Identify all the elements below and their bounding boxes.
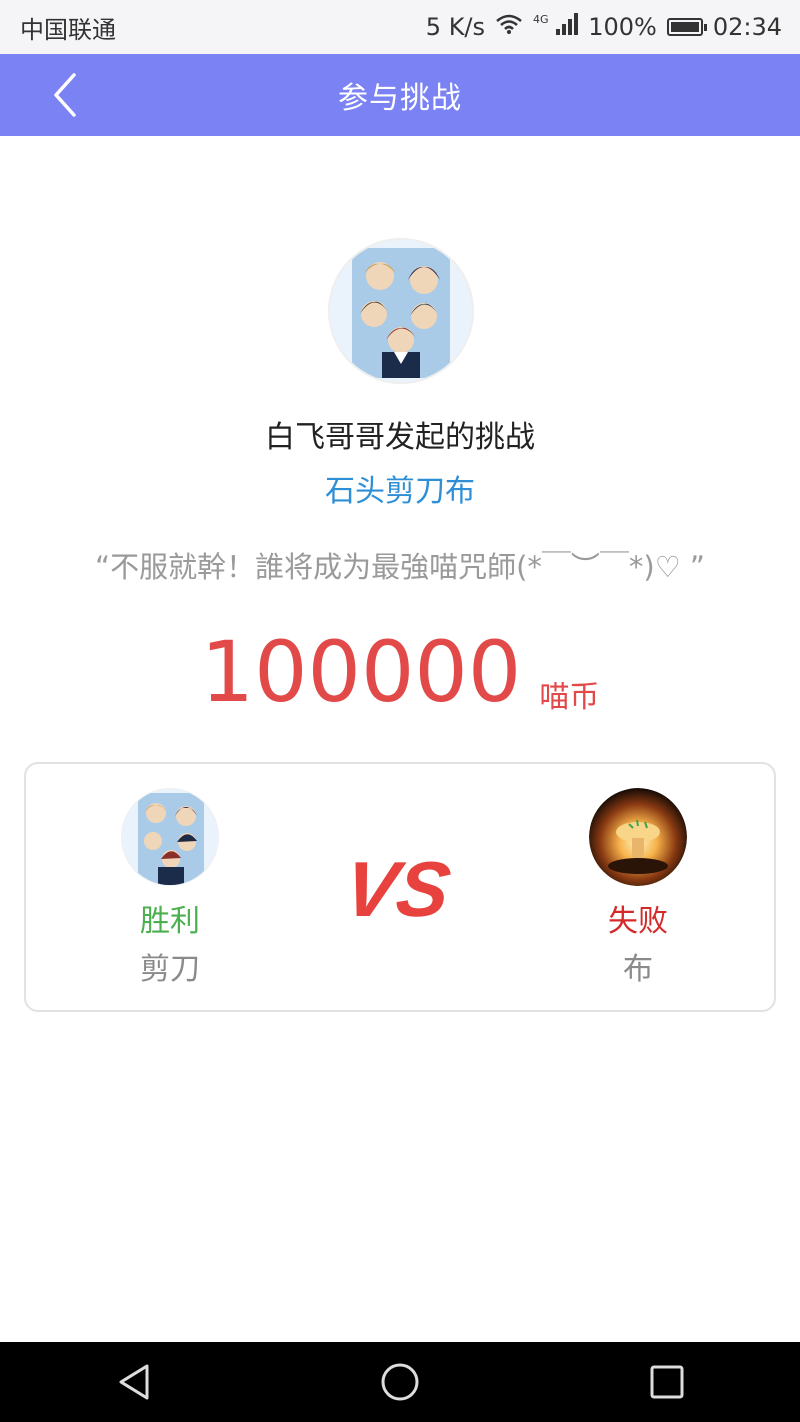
status-indicators: 5 K/s 4G 100% 02:34 xyxy=(426,13,782,41)
right-player: 失败 布 xyxy=(568,788,708,988)
nav-bar: 参与挑战 xyxy=(0,54,800,136)
chevron-left-icon xyxy=(54,73,76,117)
system-back-button[interactable] xyxy=(103,1352,163,1412)
left-player-avatar xyxy=(121,788,219,886)
status-bar: 中国联通 5 K/s 4G 100% 02:34 xyxy=(0,0,800,54)
system-nav-bar xyxy=(0,1342,800,1422)
stake-unit: 喵币 xyxy=(539,680,600,715)
wifi-icon xyxy=(495,13,523,41)
cellular-signal-icon: 4G xyxy=(533,13,579,41)
home-circle-icon xyxy=(381,1363,419,1401)
left-player-result: 胜利 xyxy=(140,904,200,939)
left-player-move: 剪刀 xyxy=(140,952,200,987)
system-home-button[interactable] xyxy=(370,1352,430,1412)
back-button[interactable] xyxy=(40,70,90,120)
left-player: 胜利 剪刀 xyxy=(100,788,240,988)
page-title: 参与挑战 xyxy=(338,81,462,116)
system-recents-button[interactable] xyxy=(637,1352,697,1412)
challenger-avatar xyxy=(328,238,474,384)
vs-card: 胜利 剪刀 VS 失败 布 xyxy=(24,762,776,1012)
stake-amount: 100000 xyxy=(200,623,522,721)
stake-amount-row: 100000 喵币 xyxy=(0,622,800,722)
battery-icon xyxy=(666,18,707,36)
vs-label: VS xyxy=(344,845,456,932)
game-name-link[interactable]: 石头剪刀布 xyxy=(0,466,800,510)
vs-mark: VS xyxy=(339,842,464,933)
right-player-move: 布 xyxy=(623,952,653,987)
back-triangle-icon xyxy=(119,1364,149,1400)
challenger-title: 白飞哥哥发起的挑战 xyxy=(265,420,535,455)
clock: 02:34 xyxy=(712,13,782,41)
battery-percent: 100% xyxy=(588,13,657,41)
recents-square-icon xyxy=(650,1365,684,1399)
network-type: 4G xyxy=(533,13,549,26)
right-player-avatar xyxy=(589,788,687,886)
network-speed: 5 K/s xyxy=(425,13,486,41)
carrier-label: 中国联通 xyxy=(20,15,116,44)
right-player-result: 失败 xyxy=(608,904,668,939)
challenge-quote: “不服就幹！誰将成为最強喵咒師(*￣︶￣*)♡ ” xyxy=(95,550,705,584)
